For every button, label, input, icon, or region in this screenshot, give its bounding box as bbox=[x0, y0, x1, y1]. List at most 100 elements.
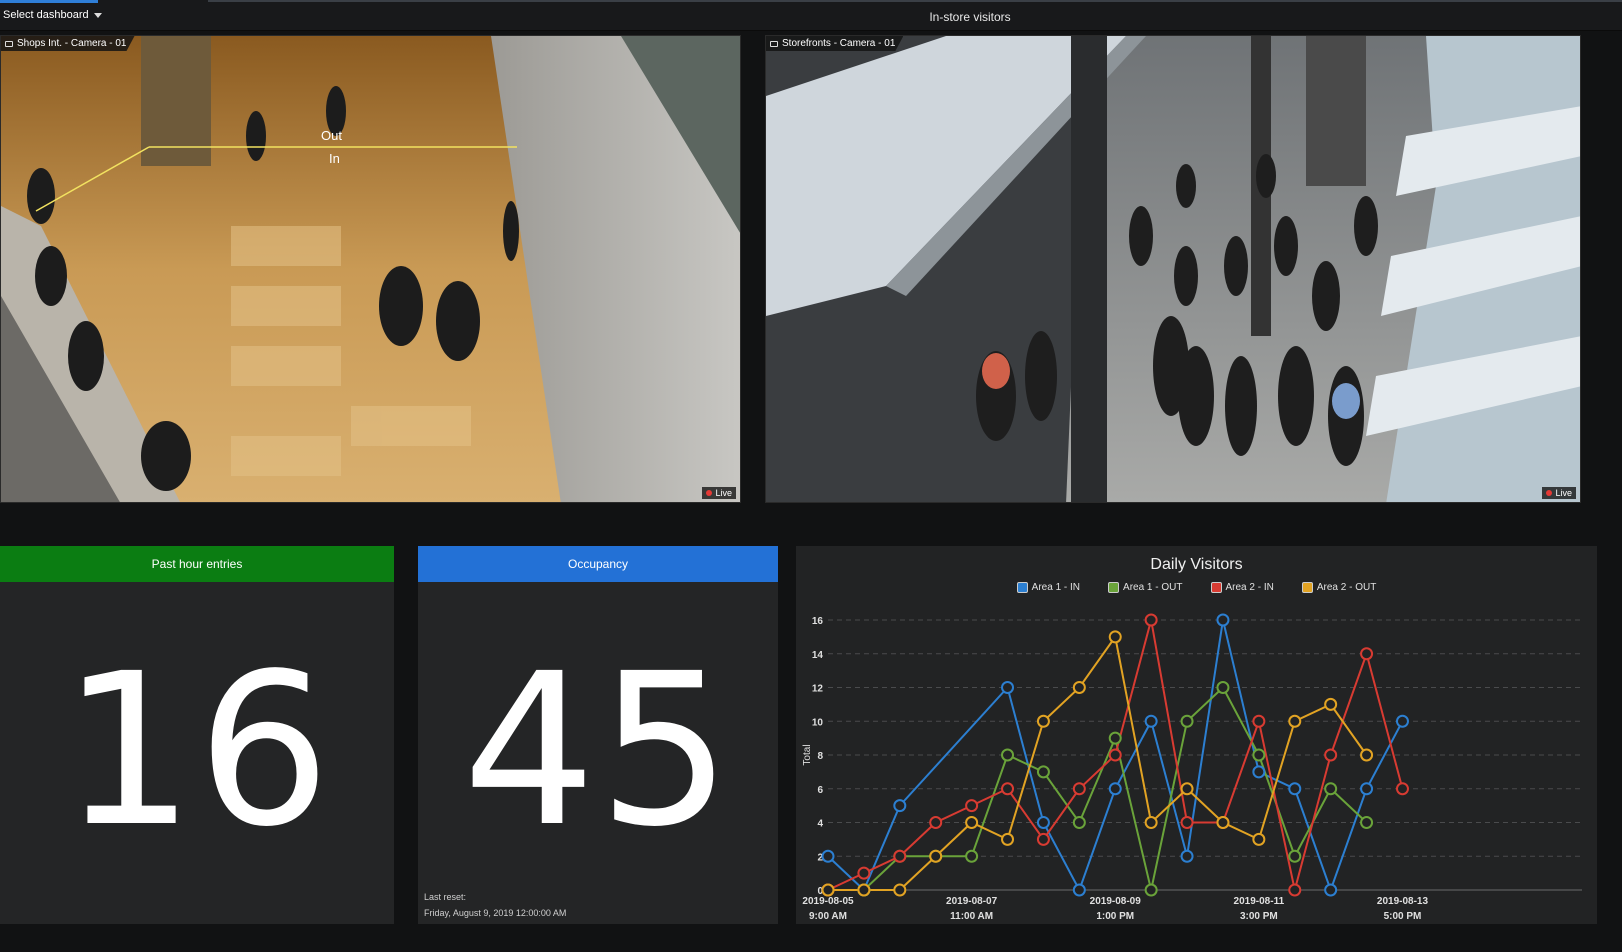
y-tick-label: 14 bbox=[812, 650, 824, 661]
data-point bbox=[1288, 883, 1302, 897]
data-point bbox=[1108, 731, 1122, 745]
daily-visitors-chart: 0246810121416Total2019-08-059:00 AM2019-… bbox=[802, 613, 1582, 922]
data-point bbox=[1324, 697, 1338, 711]
y-tick-label: 8 bbox=[817, 751, 823, 762]
x-tick-label: 1:00 PM bbox=[1096, 911, 1134, 922]
data-point bbox=[1144, 816, 1158, 829]
data-point bbox=[1001, 681, 1015, 694]
live-badge: Live bbox=[702, 487, 736, 499]
camera-feed-image-storefronts bbox=[766, 36, 1580, 502]
data-point bbox=[965, 799, 979, 813]
data-point bbox=[1001, 748, 1015, 762]
data-point bbox=[1180, 782, 1194, 796]
camera-icon bbox=[5, 41, 13, 47]
data-point bbox=[1288, 782, 1302, 796]
last-reset-value: Friday, August 9, 2019 12:00:00 AM bbox=[424, 908, 567, 918]
data-point bbox=[929, 849, 943, 863]
data-point bbox=[1360, 748, 1374, 762]
camera-view-storefronts[interactable]: Storefronts - Camera - 01 Live bbox=[765, 35, 1581, 503]
live-label: Live bbox=[1555, 488, 1572, 498]
data-point bbox=[1180, 816, 1194, 829]
data-point bbox=[1001, 832, 1015, 846]
tile-title: Past hour entries bbox=[151, 557, 243, 571]
y-tick-label: 6 bbox=[817, 785, 823, 796]
x-tick-label: 3:00 PM bbox=[1240, 911, 1278, 922]
data-point bbox=[1324, 748, 1338, 762]
top-divider bbox=[208, 0, 1622, 2]
camera-view-shops[interactable]: Out In Shops Int. - Camera - 01 Live bbox=[0, 35, 741, 503]
data-point bbox=[1252, 748, 1266, 762]
x-tick-label: 2019-08-07 bbox=[946, 896, 998, 907]
y-axis-label: Total bbox=[802, 744, 813, 765]
data-point bbox=[1108, 782, 1122, 796]
past-hour-entries-tile[interactable]: Past hour entries 16 bbox=[0, 546, 394, 924]
data-point bbox=[1180, 714, 1194, 728]
camera-label: Shops Int. - Camera - 01 bbox=[1, 36, 135, 51]
data-point bbox=[1144, 883, 1158, 897]
page-title: In-store visitors bbox=[929, 10, 1011, 24]
data-point bbox=[929, 816, 943, 829]
x-tick-label: 11:00 AM bbox=[950, 911, 993, 922]
top-bar: Select dashboard In-store visitors bbox=[0, 0, 1622, 31]
x-tick-label: 5:00 PM bbox=[1384, 911, 1422, 922]
data-point bbox=[1036, 765, 1050, 779]
data-point bbox=[1324, 883, 1338, 897]
y-tick-label: 10 bbox=[812, 717, 824, 728]
data-point bbox=[1108, 748, 1122, 762]
tile-header: Past hour entries bbox=[0, 546, 394, 582]
line-in-label: In bbox=[329, 151, 340, 166]
x-tick-label: 2019-08-05 bbox=[802, 896, 854, 907]
live-label: Live bbox=[715, 488, 732, 498]
data-point bbox=[1288, 714, 1302, 728]
y-tick-label: 12 bbox=[812, 684, 824, 695]
active-tab-indicator bbox=[0, 0, 98, 3]
data-point bbox=[821, 883, 835, 897]
data-point bbox=[1360, 647, 1374, 661]
data-point bbox=[1216, 681, 1230, 694]
data-point bbox=[1036, 714, 1050, 728]
data-point bbox=[1036, 816, 1050, 829]
occupancy-value: 45 bbox=[462, 628, 734, 873]
data-point bbox=[1144, 714, 1158, 728]
data-point bbox=[1324, 782, 1338, 796]
y-tick-label: 16 bbox=[812, 616, 824, 627]
data-point bbox=[1395, 714, 1409, 728]
x-tick-label: 2019-08-11 bbox=[1234, 896, 1285, 907]
camera-icon bbox=[770, 41, 778, 47]
data-point bbox=[1395, 782, 1409, 796]
occupancy-tile[interactable]: Occupancy 45 Last reset: Friday, August … bbox=[418, 546, 778, 924]
entries-value: 16 bbox=[61, 628, 333, 873]
data-point bbox=[1072, 782, 1086, 796]
camera-label: Storefronts - Camera - 01 bbox=[766, 36, 903, 51]
data-point bbox=[1216, 816, 1230, 829]
live-badge: Live bbox=[1542, 487, 1576, 499]
data-point bbox=[965, 816, 979, 829]
series-line bbox=[828, 685, 1368, 891]
y-tick-label: 4 bbox=[817, 819, 823, 830]
data-point bbox=[893, 883, 907, 897]
data-point bbox=[1252, 714, 1266, 728]
data-point bbox=[1216, 613, 1230, 627]
data-point bbox=[965, 849, 979, 863]
data-point bbox=[857, 883, 871, 897]
live-dot-icon bbox=[1546, 490, 1553, 496]
data-point bbox=[1072, 883, 1086, 897]
line-out-label: Out bbox=[321, 128, 342, 143]
camera-name: Shops Int. - Camera - 01 bbox=[17, 38, 127, 49]
x-tick-label: 9:00 AM bbox=[809, 911, 847, 922]
live-dot-icon bbox=[706, 490, 713, 496]
data-point bbox=[1360, 816, 1374, 829]
data-point bbox=[1252, 765, 1266, 779]
data-point bbox=[1072, 681, 1086, 694]
data-point bbox=[1108, 630, 1122, 644]
data-point bbox=[1288, 849, 1302, 863]
x-tick-label: 2019-08-13 bbox=[1377, 896, 1429, 907]
data-point bbox=[1360, 782, 1374, 796]
tile-title: Occupancy bbox=[567, 557, 629, 571]
last-reset-label: Last reset: bbox=[424, 892, 467, 902]
data-point bbox=[1036, 832, 1050, 846]
data-point bbox=[893, 849, 907, 863]
camera-feed-image-shops: Out In bbox=[1, 36, 740, 502]
data-point bbox=[893, 799, 907, 813]
data-point bbox=[1144, 613, 1158, 627]
